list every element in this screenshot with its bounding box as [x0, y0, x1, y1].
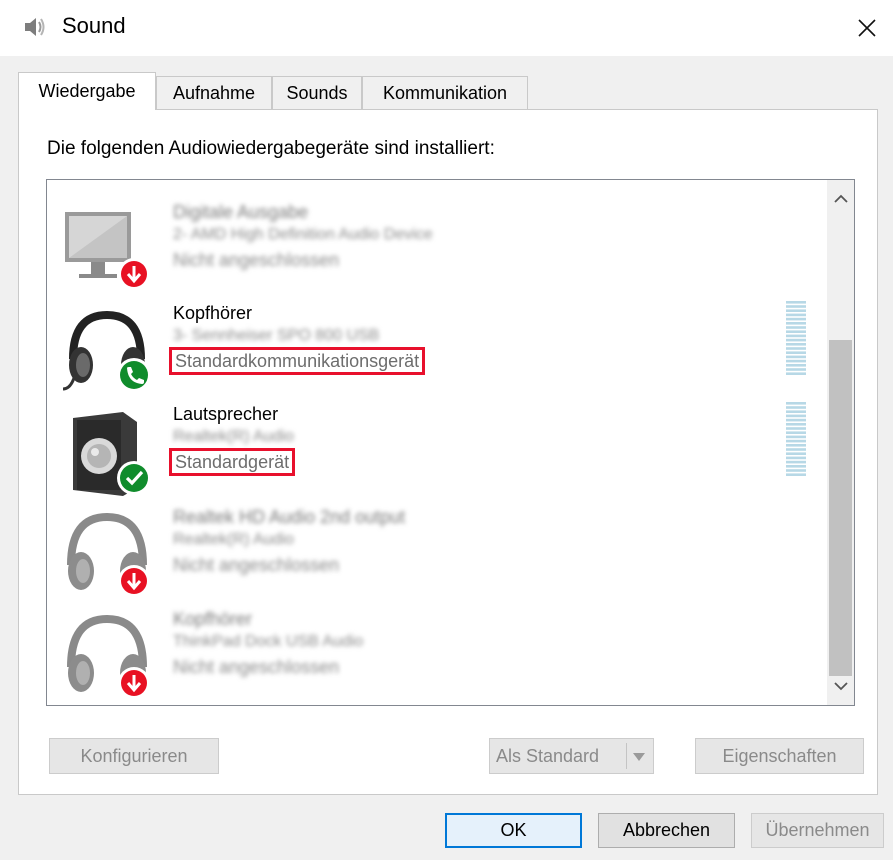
scroll-down-button[interactable] — [827, 671, 854, 701]
level-meter-segment — [786, 338, 806, 342]
level-meter-segment — [786, 322, 806, 325]
unplugged-badge-icon — [118, 667, 150, 699]
speaker-app-icon — [25, 18, 45, 36]
device-status: Nicht angeschlossen — [173, 555, 340, 575]
level-meter-segment — [786, 372, 806, 375]
tab-sounds[interactable]: Sounds — [272, 76, 362, 110]
level-meter-segment — [786, 423, 806, 426]
phone-badge-icon — [117, 358, 151, 392]
tab-panel: Die folgenden Audiowiedergabegeräte sind… — [18, 109, 878, 795]
unplugged-badge-icon — [118, 565, 150, 597]
device-name: Digitale Ausgabe — [173, 202, 309, 222]
level-meter-segment — [786, 330, 806, 333]
level-meter-segment — [786, 465, 806, 468]
level-meter-segment — [786, 406, 806, 409]
headphones-icon — [67, 614, 150, 699]
device-description: 2- AMD High Definition Audio Device — [173, 226, 433, 243]
level-meter-segment — [786, 301, 806, 304]
level-meter-segment — [786, 435, 806, 439]
level-meter-segment — [786, 343, 806, 346]
device-icon-partial — [109, 179, 159, 188]
device-status: Standardkommunikationsgerät — [168, 347, 426, 375]
chevron-down-icon — [833, 682, 848, 691]
level-meter-segment — [786, 347, 806, 350]
level-meter-segment — [786, 317, 806, 321]
set-default-button[interactable]: Als Standard — [489, 738, 654, 774]
level-meter-segment — [786, 326, 806, 329]
device-name: Realtek HD Audio 2nd output — [173, 507, 406, 527]
device-name: Kopfhörer — [173, 609, 253, 629]
device-description: ThinkPad Dock USB Audio — [173, 633, 364, 650]
scroll-up-button[interactable] — [827, 184, 854, 214]
device-list[interactable]: Digitale Ausgabe 2- AMD High Definition … — [46, 179, 855, 706]
headset-icon — [62, 310, 151, 392]
window-title: Sound — [62, 13, 126, 38]
device-item[interactable]: Kopfhörer 3- Sennheiser SPO 800 USB Stan… — [47, 301, 827, 401]
level-meter-segment — [786, 355, 806, 359]
level-meter-segment — [786, 410, 806, 413]
device-description: 3- Sennheiser SPO 800 USB — [173, 327, 380, 344]
unplugged-badge-icon — [118, 258, 150, 290]
device-name: Kopfhörer — [173, 303, 253, 323]
close-icon — [858, 19, 876, 37]
level-meter-segment — [786, 439, 806, 443]
tab-kommunikation[interactable]: Kommunikation — [362, 76, 528, 110]
device-item[interactable]: Realtek HD Audio 2nd output Realtek(R) A… — [47, 505, 827, 605]
level-meter-segment — [786, 359, 806, 363]
device-description: Realtek(R) Audio — [173, 428, 294, 445]
level-meter-segment — [786, 351, 806, 354]
headphones-icon — [67, 512, 150, 597]
list-scrollbar[interactable] — [827, 180, 854, 705]
device-item[interactable]: Digitale Ausgabe 2- AMD High Definition … — [47, 200, 827, 300]
level-meter-segment — [786, 309, 806, 312]
level-meter-segment — [786, 456, 806, 460]
tab-aufnahme[interactable]: Aufnahme — [156, 76, 272, 110]
device-name: Lautsprecher — [173, 404, 279, 424]
device-item[interactable]: Kopfhörer ThinkPad Dock USB Audio Nicht … — [47, 607, 827, 705]
level-meter-segment — [786, 313, 806, 317]
level-meter-segment — [786, 305, 806, 308]
level-meter-segment — [786, 452, 806, 455]
level-meter-segment — [786, 431, 806, 434]
highlighted-status: Standardgerät — [168, 448, 296, 476]
properties-button[interactable]: Eigenschaften — [695, 738, 864, 774]
level-meter-segment — [786, 418, 806, 422]
level-meter-segment — [786, 427, 806, 430]
speaker-icon — [73, 412, 151, 496]
check-badge-icon — [117, 461, 151, 495]
device-description: Realtek(R) Audio — [173, 531, 294, 548]
level-meter-segment — [786, 414, 806, 418]
level-meter-segment — [786, 368, 806, 371]
set-default-label: Als Standard — [496, 745, 600, 766]
level-meter-segment — [786, 334, 806, 338]
highlighted-status: Standardkommunikationsgerät — [168, 347, 426, 375]
level-meter-segment — [786, 364, 806, 367]
scrollbar-thumb[interactable] — [829, 340, 852, 676]
level-meter-segment — [786, 448, 806, 451]
chevron-up-icon — [833, 194, 848, 203]
configure-button[interactable]: Konfigurieren — [49, 738, 219, 774]
device-status: Standardgerät — [168, 448, 296, 476]
cancel-button[interactable]: Abbrechen — [598, 813, 735, 848]
dropdown-arrow-icon[interactable] — [632, 752, 646, 762]
ok-button[interactable]: OK — [445, 813, 582, 848]
level-meter — [786, 301, 806, 375]
level-meter-segment — [786, 460, 806, 464]
close-button[interactable] — [841, 0, 893, 56]
device-status: Nicht angeschlossen — [173, 657, 340, 677]
apply-button[interactable]: Übernehmen — [751, 813, 884, 848]
level-meter-segment — [786, 402, 806, 405]
level-meter — [786, 402, 806, 476]
level-meter-segment — [786, 469, 806, 472]
device-item[interactable]: Lautsprecher Realtek(R) Audio Standardge… — [47, 402, 827, 502]
level-meter-segment — [786, 473, 806, 476]
level-meter-segment — [786, 444, 806, 447]
tab-wiedergabe[interactable]: Wiedergabe — [18, 72, 156, 110]
device-status: Nicht angeschlossen — [173, 250, 340, 270]
title-bar: Sound — [0, 0, 893, 56]
panel-heading: Die folgenden Audiowiedergabegeräte sind… — [47, 138, 495, 159]
monitor-icon — [65, 212, 150, 290]
